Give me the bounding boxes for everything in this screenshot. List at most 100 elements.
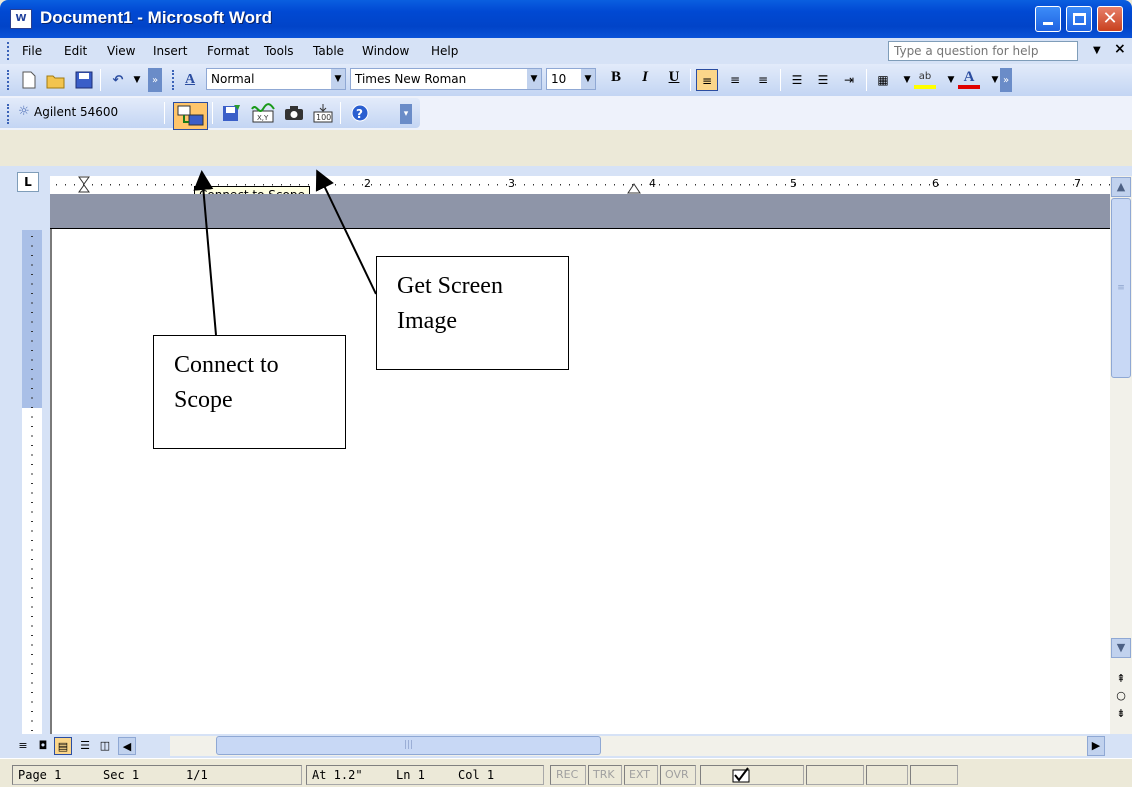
reading-layout-icon[interactable]: ◫ [96,737,114,755]
horizontal-scrollbar[interactable]: ||| ▶ [170,736,1105,756]
web-layout-icon[interactable]: ◘ [34,737,52,755]
camera-icon[interactable] [282,101,306,125]
menu-edit[interactable]: Edit [64,44,87,58]
bullets-icon[interactable]: ☰ [812,69,834,91]
toolbar-options-icon[interactable]: » [1000,68,1012,92]
ruler-tick [31,549,33,551]
font-size-value: 10 [551,72,567,86]
menu-table[interactable]: Table [313,44,344,58]
ruler-tick [1091,184,1092,186]
ruler-tick [31,654,33,655]
help-input[interactable] [889,42,1077,60]
menu-view[interactable]: View [107,44,135,58]
connect-to-scope-button[interactable] [173,102,208,130]
get-xy-data-icon[interactable]: X,Y [250,101,276,125]
align-right-icon[interactable]: ≡ [752,69,774,91]
status-trk[interactable]: TRK [593,768,615,781]
menu-file[interactable]: File [22,44,42,58]
vertical-scroll-thumb[interactable]: ≡ [1111,198,1131,378]
close-button[interactable]: ✕ [1097,6,1123,32]
spelling-grammar-icon[interactable] [731,767,753,783]
menu-format[interactable]: Format [207,44,249,58]
indent-marker-icon[interactable] [78,176,90,194]
font-color-icon[interactable]: A [958,69,980,89]
select-browse-object-icon[interactable]: ○ [1113,689,1129,702]
undo-dropdown-icon[interactable]: ▼ [130,68,144,92]
menu-window[interactable]: Window [362,44,409,58]
toolbar-grip[interactable] [7,70,10,90]
next-page-icon[interactable]: ⇟ [1113,707,1129,720]
style-select[interactable]: Normal ▼ [206,68,346,90]
ruler-tick [137,184,138,186]
spelling-panel[interactable] [700,765,804,785]
font-size-select[interactable]: 10 ▼ [546,68,596,90]
save-settings-icon[interactable] [220,101,244,125]
scroll-up-icon[interactable]: ▲ [1111,177,1131,197]
indent-icon[interactable]: ⇥ [838,69,860,91]
normal-view-icon[interactable]: ≡ [14,737,32,755]
ruler-tick [1037,184,1038,186]
style-dropdown-icon[interactable]: ▼ [331,69,345,89]
align-left-icon[interactable]: ≡ [696,69,718,91]
vertical-scrollbar[interactable]: ▲ ≡ ▼ ⇞ ○ ⇟ [1110,176,1132,734]
open-folder-icon[interactable] [44,68,68,92]
menu-help[interactable]: Help [431,44,458,58]
ruler-tick [983,184,984,186]
agilent-grip[interactable] [7,104,10,124]
align-center-icon[interactable]: ≡ [724,69,746,91]
help-question-box[interactable] [888,41,1078,61]
ruler-tick [31,597,33,598]
status-ext[interactable]: EXT [629,768,650,781]
underline-button[interactable]: U [663,69,685,91]
scroll-down-icon[interactable]: ▼ [1111,638,1131,658]
minimize-button[interactable] [1035,6,1061,32]
toolbar-options-icon[interactable]: » [148,68,162,92]
ruler-tick [407,184,408,186]
ruler-tick [74,184,75,186]
ruler-tick [560,184,561,186]
ruler-tick [56,184,57,186]
toolbar-options-icon[interactable]: ▾ [400,104,412,124]
outline-view-icon[interactable]: ☰ [76,737,94,755]
font-select[interactable]: Times New Roman ▼ [350,68,542,90]
numbering-icon[interactable]: ☰ [786,69,808,91]
scroll-right-icon[interactable]: ▶ [1087,736,1105,756]
ruler-tick [497,184,498,186]
undo-icon[interactable]: ↶ [106,68,130,92]
ruler-tick [578,184,579,186]
menu-tools[interactable]: Tools [264,44,294,58]
border-icon[interactable]: ▦ [872,69,894,91]
menu-insert[interactable]: Insert [153,44,187,58]
close-document-icon[interactable]: × [1114,41,1126,57]
bold-button[interactable]: B [605,69,627,91]
word-app-icon[interactable]: W [10,9,32,29]
ruler-tick [461,184,462,186]
print-layout-icon[interactable]: ▤ [54,737,72,755]
italic-button[interactable]: I [634,69,656,91]
formatting-grip[interactable] [172,70,175,90]
font-dropdown-icon[interactable]: ▼ [527,69,541,89]
document-page[interactable] [50,228,1110,734]
help-dropdown-icon[interactable]: ▼ [1093,45,1101,56]
previous-page-icon[interactable]: ⇞ [1113,672,1129,685]
horizontal-scroll-thumb[interactable]: ||| [216,736,601,755]
save-icon[interactable] [72,68,96,92]
scroll-left-icon[interactable]: ◀ [118,737,136,755]
help-icon[interactable]: ? [348,101,372,125]
tab-selector[interactable]: L [17,172,39,192]
ruler-tick [31,673,33,674]
menu-grip[interactable] [7,42,10,60]
ruler-tick [31,302,33,304]
ruler-tick [31,454,33,456]
right-indent-icon[interactable] [627,182,641,194]
status-ovr[interactable]: OVR [665,768,689,781]
ruler-number: 6 [932,177,939,190]
status-rec[interactable]: REC [556,768,578,781]
get-100-points-icon[interactable]: 100 [310,101,336,125]
maximize-icon [1073,13,1086,25]
maximize-button[interactable] [1066,6,1092,32]
font-size-dropdown-icon[interactable]: ▼ [581,69,595,89]
highlight-icon[interactable]: ab [914,69,936,89]
styles-and-formatting-icon[interactable]: A [178,68,202,92]
new-document-icon[interactable] [18,68,40,92]
